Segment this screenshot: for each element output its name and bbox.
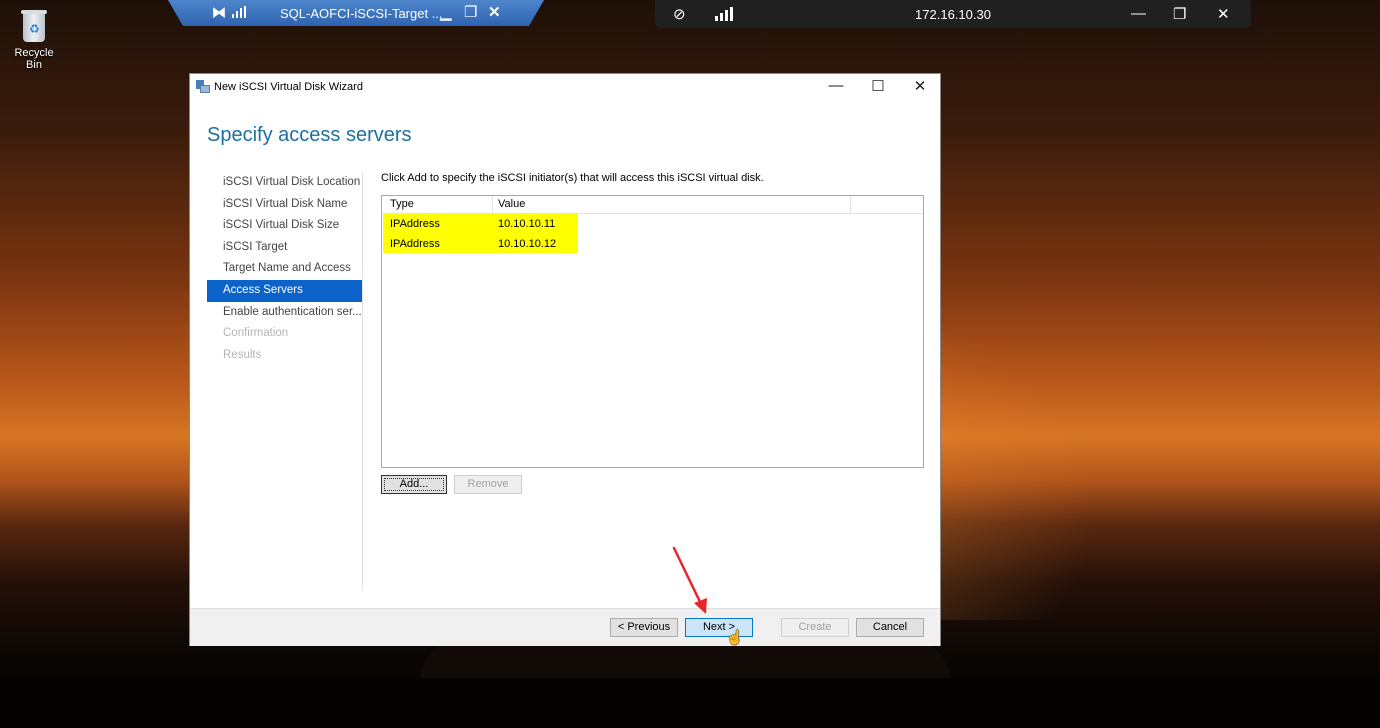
- mouse-cursor-icon: ☝: [726, 629, 744, 645]
- nav-step-confirmation: Confirmation: [223, 327, 289, 340]
- iscsi-app-icon: [196, 80, 210, 93]
- remote-session-bar: ⊘ 172.16.10.30 — ❐ ✕: [655, 0, 1251, 28]
- list-item[interactable]: IPAddress 10.10.10.11: [382, 214, 923, 234]
- nav-step-authentication[interactable]: Enable authentication ser...: [207, 302, 362, 324]
- nav-step-disk-name[interactable]: iSCSI Virtual Disk Name: [207, 194, 362, 216]
- window-titlebar[interactable]: New iSCSI Virtual Disk Wizard — ☐ ✕: [190, 74, 940, 100]
- minimize-icon[interactable]: —: [1131, 5, 1146, 22]
- create-button: Create: [781, 618, 849, 637]
- column-header-type[interactable]: Type: [390, 198, 414, 210]
- wizard-window: New iSCSI Virtual Disk Wizard — ☐ ✕ Spec…: [189, 73, 941, 646]
- access-servers-list[interactable]: Type Value IPAddress 10.10.10.11 IPAddre…: [381, 195, 924, 468]
- wizard-steps-nav: iSCSI Virtual Disk Location iSCSI Virtua…: [207, 172, 362, 366]
- row-type: IPAddress: [390, 218, 440, 230]
- nav-step-disk-location[interactable]: iSCSI Virtual Disk Location: [207, 172, 362, 194]
- restore-icon[interactable]: ❐: [464, 3, 477, 21]
- remove-button: Remove: [454, 475, 522, 494]
- create-button-label: Create: [798, 621, 832, 633]
- pin-icon[interactable]: ⧓: [212, 4, 226, 21]
- nav-step-access-servers[interactable]: Access Servers: [207, 279, 362, 302]
- list-header: Type Value: [382, 196, 923, 214]
- close-icon[interactable]: ✕: [1217, 5, 1230, 23]
- list-item[interactable]: IPAddress 10.10.10.12: [382, 233, 923, 253]
- instruction-text: Click Add to specify the iSCSI initiator…: [381, 172, 764, 184]
- window-title: New iSCSI Virtual Disk Wizard: [214, 81, 363, 93]
- column-header-value[interactable]: Value: [498, 198, 525, 210]
- cancel-button-label: Cancel: [872, 621, 908, 633]
- row-value: 10.10.10.11: [498, 218, 556, 230]
- rdp-bar-title: SQL-AOFCI-iSCSI-Target ...: [280, 6, 443, 21]
- wizard-footer: < Previous Next > Create Cancel: [190, 608, 940, 646]
- rdp-connection-bar: ⧓ SQL-AOFCI-iSCSI-Target ... ▁ ❐ ✕: [168, 0, 544, 26]
- minimize-icon[interactable]: ▁: [440, 3, 452, 21]
- close-icon[interactable]: ✕: [488, 3, 501, 21]
- recycle-bin-shortcut[interactable]: ♻ Recycle Bin: [5, 6, 63, 71]
- previous-button-label: < Previous: [617, 621, 671, 633]
- nav-step-target-name-access[interactable]: Target Name and Access: [207, 258, 362, 280]
- restore-icon[interactable]: ❐: [1173, 5, 1186, 23]
- add-button[interactable]: Add...: [381, 475, 447, 494]
- close-button[interactable]: ✕: [900, 77, 940, 95]
- previous-button[interactable]: < Previous: [610, 618, 678, 637]
- minimize-button[interactable]: —: [816, 77, 856, 94]
- row-value: 10.10.10.12: [498, 237, 557, 250]
- recycle-bin-label: Recycle Bin: [14, 47, 54, 71]
- nav-step-iscsi-target[interactable]: iSCSI Target: [207, 237, 362, 259]
- wallpaper-ground: [0, 678, 1380, 728]
- row-type: IPAddress: [390, 237, 440, 250]
- remove-button-label: Remove: [467, 478, 509, 490]
- recycle-bin-icon: ♻: [19, 6, 49, 44]
- nav-step-results: Results: [223, 348, 262, 361]
- page-title: Specify access servers: [207, 124, 412, 146]
- remote-ip-address: 172.16.10.30: [915, 7, 991, 22]
- connection-quality-icon[interactable]: [232, 6, 246, 18]
- cancel-button[interactable]: Cancel: [856, 618, 924, 637]
- nav-step-disk-size[interactable]: iSCSI Virtual Disk Size: [207, 215, 362, 237]
- maximize-button[interactable]: ☐: [858, 77, 898, 95]
- nav-divider: [362, 172, 363, 590]
